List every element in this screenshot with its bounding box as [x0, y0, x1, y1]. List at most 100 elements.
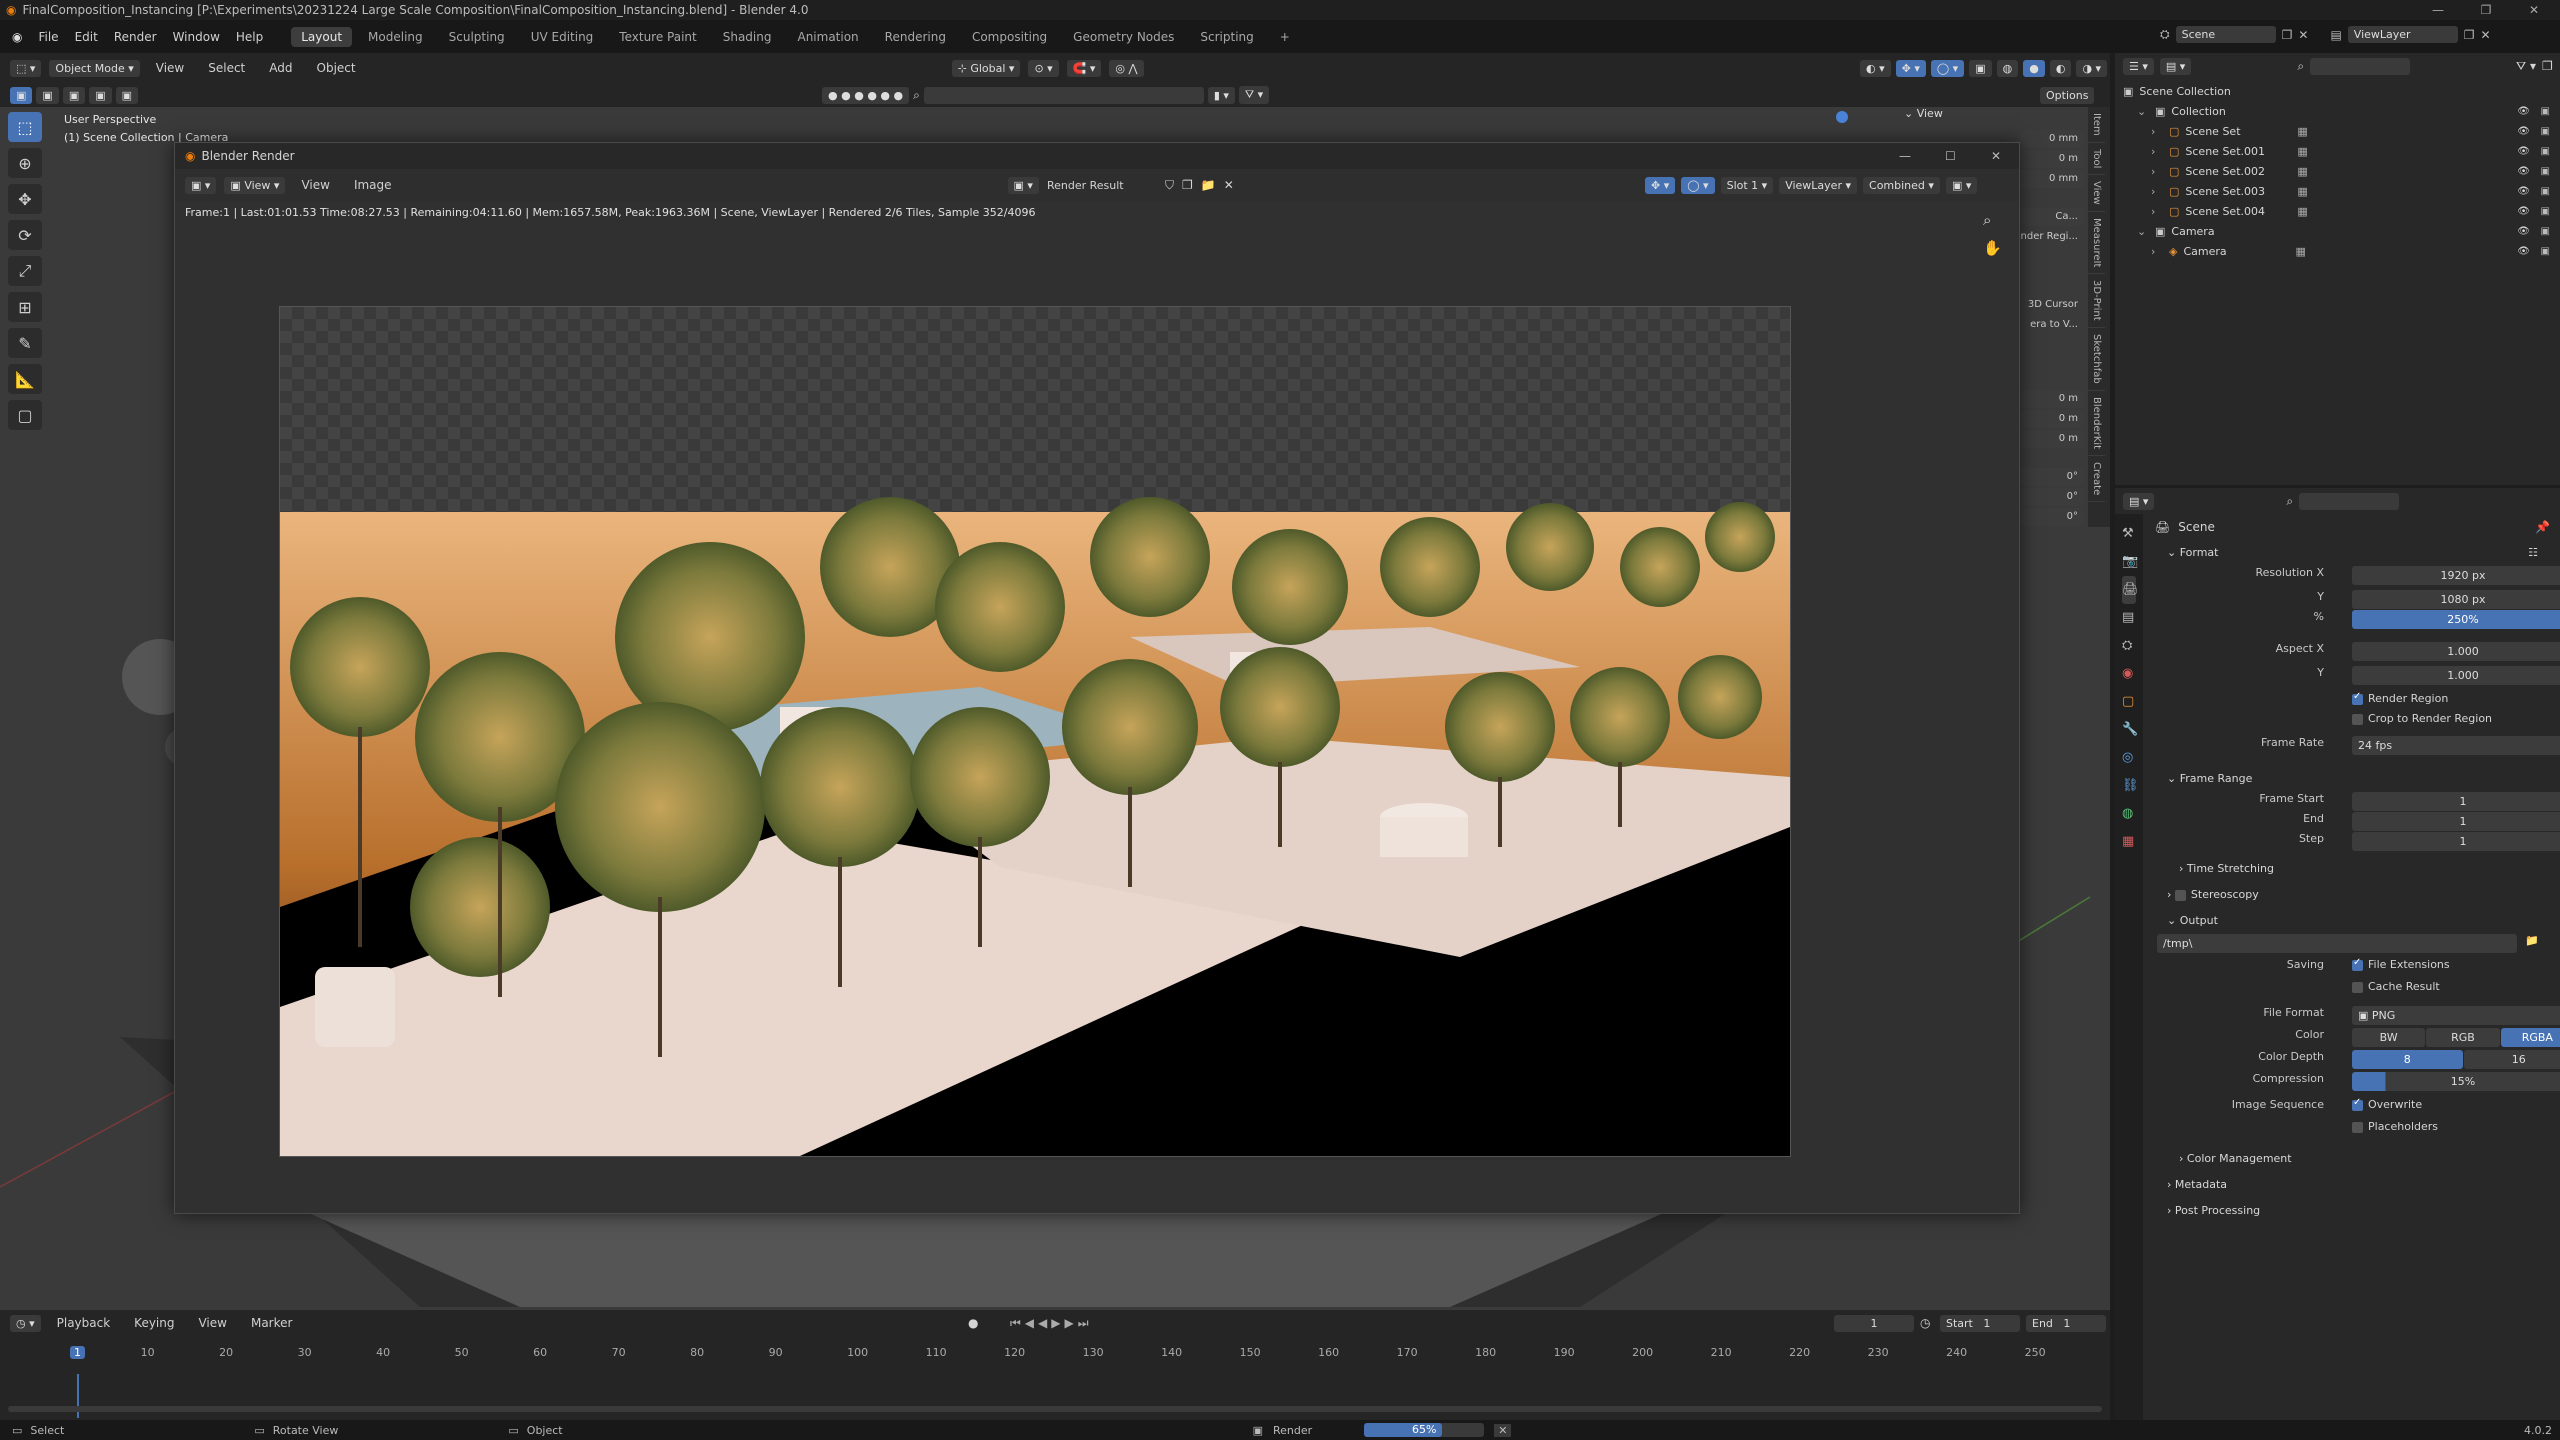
transform-tool[interactable]: ⊞ [8, 292, 42, 322]
crop-region-checkbox[interactable]: Crop to Render Region [2352, 712, 2492, 725]
visibility-filter-icons[interactable]: ● ● ● ● ● ● [822, 86, 910, 104]
select-mode-invert[interactable]: ▣ [89, 86, 112, 104]
expand-arrow-icon[interactable]: › [2151, 205, 2163, 218]
render-visibility-icon[interactable]: ▣ [2541, 186, 2550, 197]
outliner-scene-collection[interactable]: ▣ Scene Collection [2115, 81, 2560, 101]
playback-controls[interactable]: ⏮◀◀▶▶⏭ [1010, 1316, 1093, 1331]
render-tab-icon[interactable]: 📷 [2122, 548, 2138, 576]
shading-rendered[interactable]: ◑ ▾ [2076, 59, 2108, 77]
data-badge-icon[interactable]: ▦ [2295, 245, 2305, 258]
scale-tool[interactable]: ⤢ [8, 256, 42, 286]
constraints-tab-icon[interactable]: ⛓ [2122, 772, 2139, 800]
file-extensions-checkbox[interactable]: File Extensions [2352, 957, 2450, 971]
npanel-tab-blenderkit[interactable]: BlenderKit [2088, 391, 2105, 456]
npanel-tab-item[interactable]: Item [2088, 107, 2105, 143]
npanel-field[interactable]: nder Regi... [2020, 228, 2084, 246]
display-mode-dropdown[interactable]: ▤ ▾ [2159, 57, 2192, 75]
select-mode-intersect[interactable]: ▣ [115, 86, 139, 104]
expand-arrow-open-icon[interactable]: ⌄ [2137, 105, 2149, 118]
image-name-field[interactable]: Render Result [1047, 179, 1157, 192]
expand-arrow-icon[interactable]: › [2151, 165, 2163, 178]
visibility-eye-icon[interactable]: 👁 [2517, 206, 2530, 217]
npanel-tab-3dprint[interactable]: 3D-Print [2088, 274, 2105, 328]
browse-folder-icon[interactable]: 📁 [2525, 934, 2539, 947]
color-mode-rgba[interactable]: RGBA [2500, 1028, 2560, 1047]
timeline-editor[interactable]: ◷ ▾ Playback Keying View Marker ● ⏮◀◀▶▶⏭… [0, 1310, 2110, 1420]
render-visibility-icon[interactable]: ▣ [2541, 206, 2550, 217]
start-frame-field[interactable]: Start 1 [1940, 1314, 2020, 1332]
cursor-tool[interactable]: ⊕ [8, 148, 42, 178]
timeline-menu-keying[interactable]: Keying [126, 1316, 182, 1330]
add-workspace-button[interactable]: + [1270, 27, 1300, 47]
minimize-button[interactable]: — [2418, 0, 2458, 20]
texture-tab-icon[interactable]: ▦ [2122, 828, 2136, 856]
outliner-search-icon[interactable]: ⌕ [2297, 59, 2304, 74]
npanel-field[interactable]: 0° [2020, 508, 2084, 526]
menu-edit[interactable]: Edit [67, 30, 106, 44]
render-close-button[interactable]: ✕ [1991, 149, 2001, 163]
transform-orientation-dropdown[interactable]: ⊹ Global ▾ [951, 59, 1021, 77]
timeline-scrollbar[interactable] [8, 1406, 2102, 1412]
viewport-menu-add[interactable]: Add [261, 61, 300, 75]
timeline-menu-playback[interactable]: Playback [49, 1316, 119, 1330]
npanel-field[interactable]: 3D Cursor [2020, 296, 2084, 314]
annotate-tool[interactable]: ✎ [8, 328, 42, 358]
color-depth-16[interactable]: 16 [2463, 1050, 2560, 1069]
npanel-field[interactable]: 0 m [2020, 430, 2084, 448]
tab-rendering[interactable]: Rendering [875, 27, 956, 47]
maximize-button[interactable]: ❐ [2466, 0, 2506, 20]
outliner-item[interactable]: › ▢ Scene Set.002 ▦ 👁 ▣ [2115, 161, 2560, 181]
shading-wireframe[interactable]: ◍ [1996, 59, 2019, 77]
new-collection-icon[interactable]: ❐ [2542, 59, 2553, 73]
data-badge-icon[interactable]: ▦ [2297, 205, 2307, 218]
timeline-menu-marker[interactable]: Marker [243, 1316, 300, 1330]
select-mode-extend[interactable]: ▣ [36, 86, 59, 104]
tab-compositing[interactable]: Compositing [962, 27, 1057, 47]
new-image-icon[interactable]: ❐ [1182, 178, 1193, 192]
viewport-menu-view[interactable]: View [148, 61, 192, 75]
npanel-tab-sketchfab[interactable]: Sketchfab [2088, 328, 2105, 391]
menu-window[interactable]: Window [165, 30, 228, 44]
end-frame-field[interactable]: End 1 [2026, 1314, 2106, 1332]
timeline-ruler[interactable]: 1 10 20 30 40 50 60 70 80 90 100 110 120 130 140 150 160… [0, 1344, 2110, 1364]
move-tool[interactable]: ✥ [8, 184, 42, 214]
overlay-toggle[interactable]: ◯ ▾ [1681, 176, 1715, 194]
file-format-dropdown[interactable]: ▣ PNG⌄ [2352, 1006, 2560, 1025]
outliner-item[interactable]: › ◈ Camera ▦ 👁 ▣ [2115, 241, 2560, 261]
navigation-gizmo-z-icon[interactable] [1836, 111, 1848, 123]
new-scene-icon[interactable]: ❐ [2282, 28, 2293, 42]
outliner-item[interactable]: ⌄ ▣ Camera 👁 ▣ [2115, 221, 2560, 241]
render-window-titlebar[interactable]: ◉ Blender Render — ☐ ✕ [175, 143, 2019, 169]
layer-dropdown[interactable]: ViewLayer ▾ [1779, 176, 1858, 194]
scene-icon[interactable]: ⛭ [2160, 27, 2170, 42]
outliner-item[interactable]: › ▢ Scene Set.004 ▦ 👁 ▣ [2115, 201, 2560, 221]
menu-help[interactable]: Help [228, 30, 271, 44]
outliner[interactable]: ☰ ▾ ▤ ▾ ⌕ ⛛ ▾ ❐ ▣ Scene Collection ⌄ ▣ Col… [2115, 53, 2560, 485]
preview-range-icon[interactable]: ◷ [1920, 1316, 1930, 1330]
shading-material[interactable]: ◐ [2049, 59, 2072, 77]
render-result-image[interactable] [279, 306, 1791, 1157]
data-badge-icon[interactable]: ▦ [2297, 165, 2307, 178]
tab-texture-paint[interactable]: Texture Paint [609, 27, 706, 47]
viewport-search-icon[interactable]: ⌕ [913, 88, 920, 103]
tab-sculpting[interactable]: Sculpting [439, 27, 515, 47]
new-viewlayer-icon[interactable]: ❐ [2464, 28, 2475, 42]
render-region-checkbox[interactable]: Render Region [2352, 691, 2448, 705]
render-window[interactable]: ◉ Blender Render — ☐ ✕ ▣ ▾ ▣ View ▾ View… [174, 142, 2020, 1214]
color-depth-8[interactable]: 8 [2352, 1050, 2463, 1069]
frame-range-panel-header[interactable]: ⌄ Frame Range [2147, 766, 2560, 792]
close-button[interactable]: ✕ [2514, 0, 2554, 20]
remove-viewlayer-icon[interactable]: ✕ [2481, 28, 2491, 42]
format-panel-header[interactable]: ⌄ Format ☷ [2147, 540, 2560, 566]
data-badge-icon[interactable]: ▦ [2297, 125, 2307, 138]
npanel-field[interactable]: era to V... [2020, 316, 2084, 334]
metadata-panel-header[interactable]: › Metadata [2147, 1172, 2560, 1198]
select-mode-new[interactable]: ▣ [10, 86, 33, 104]
menu-file[interactable]: File [30, 30, 66, 44]
current-frame-field[interactable]: 1 [1834, 1314, 1914, 1332]
compression-slider[interactable]: 15% [2352, 1072, 2560, 1091]
expand-arrow-icon[interactable]: › [2151, 145, 2163, 158]
overlay-toggle[interactable]: ◯ ▾ [1930, 59, 1965, 77]
tab-scripting[interactable]: Scripting [1190, 27, 1263, 47]
frame-rate-dropdown[interactable]: 24 fps⌄ [2352, 736, 2560, 755]
